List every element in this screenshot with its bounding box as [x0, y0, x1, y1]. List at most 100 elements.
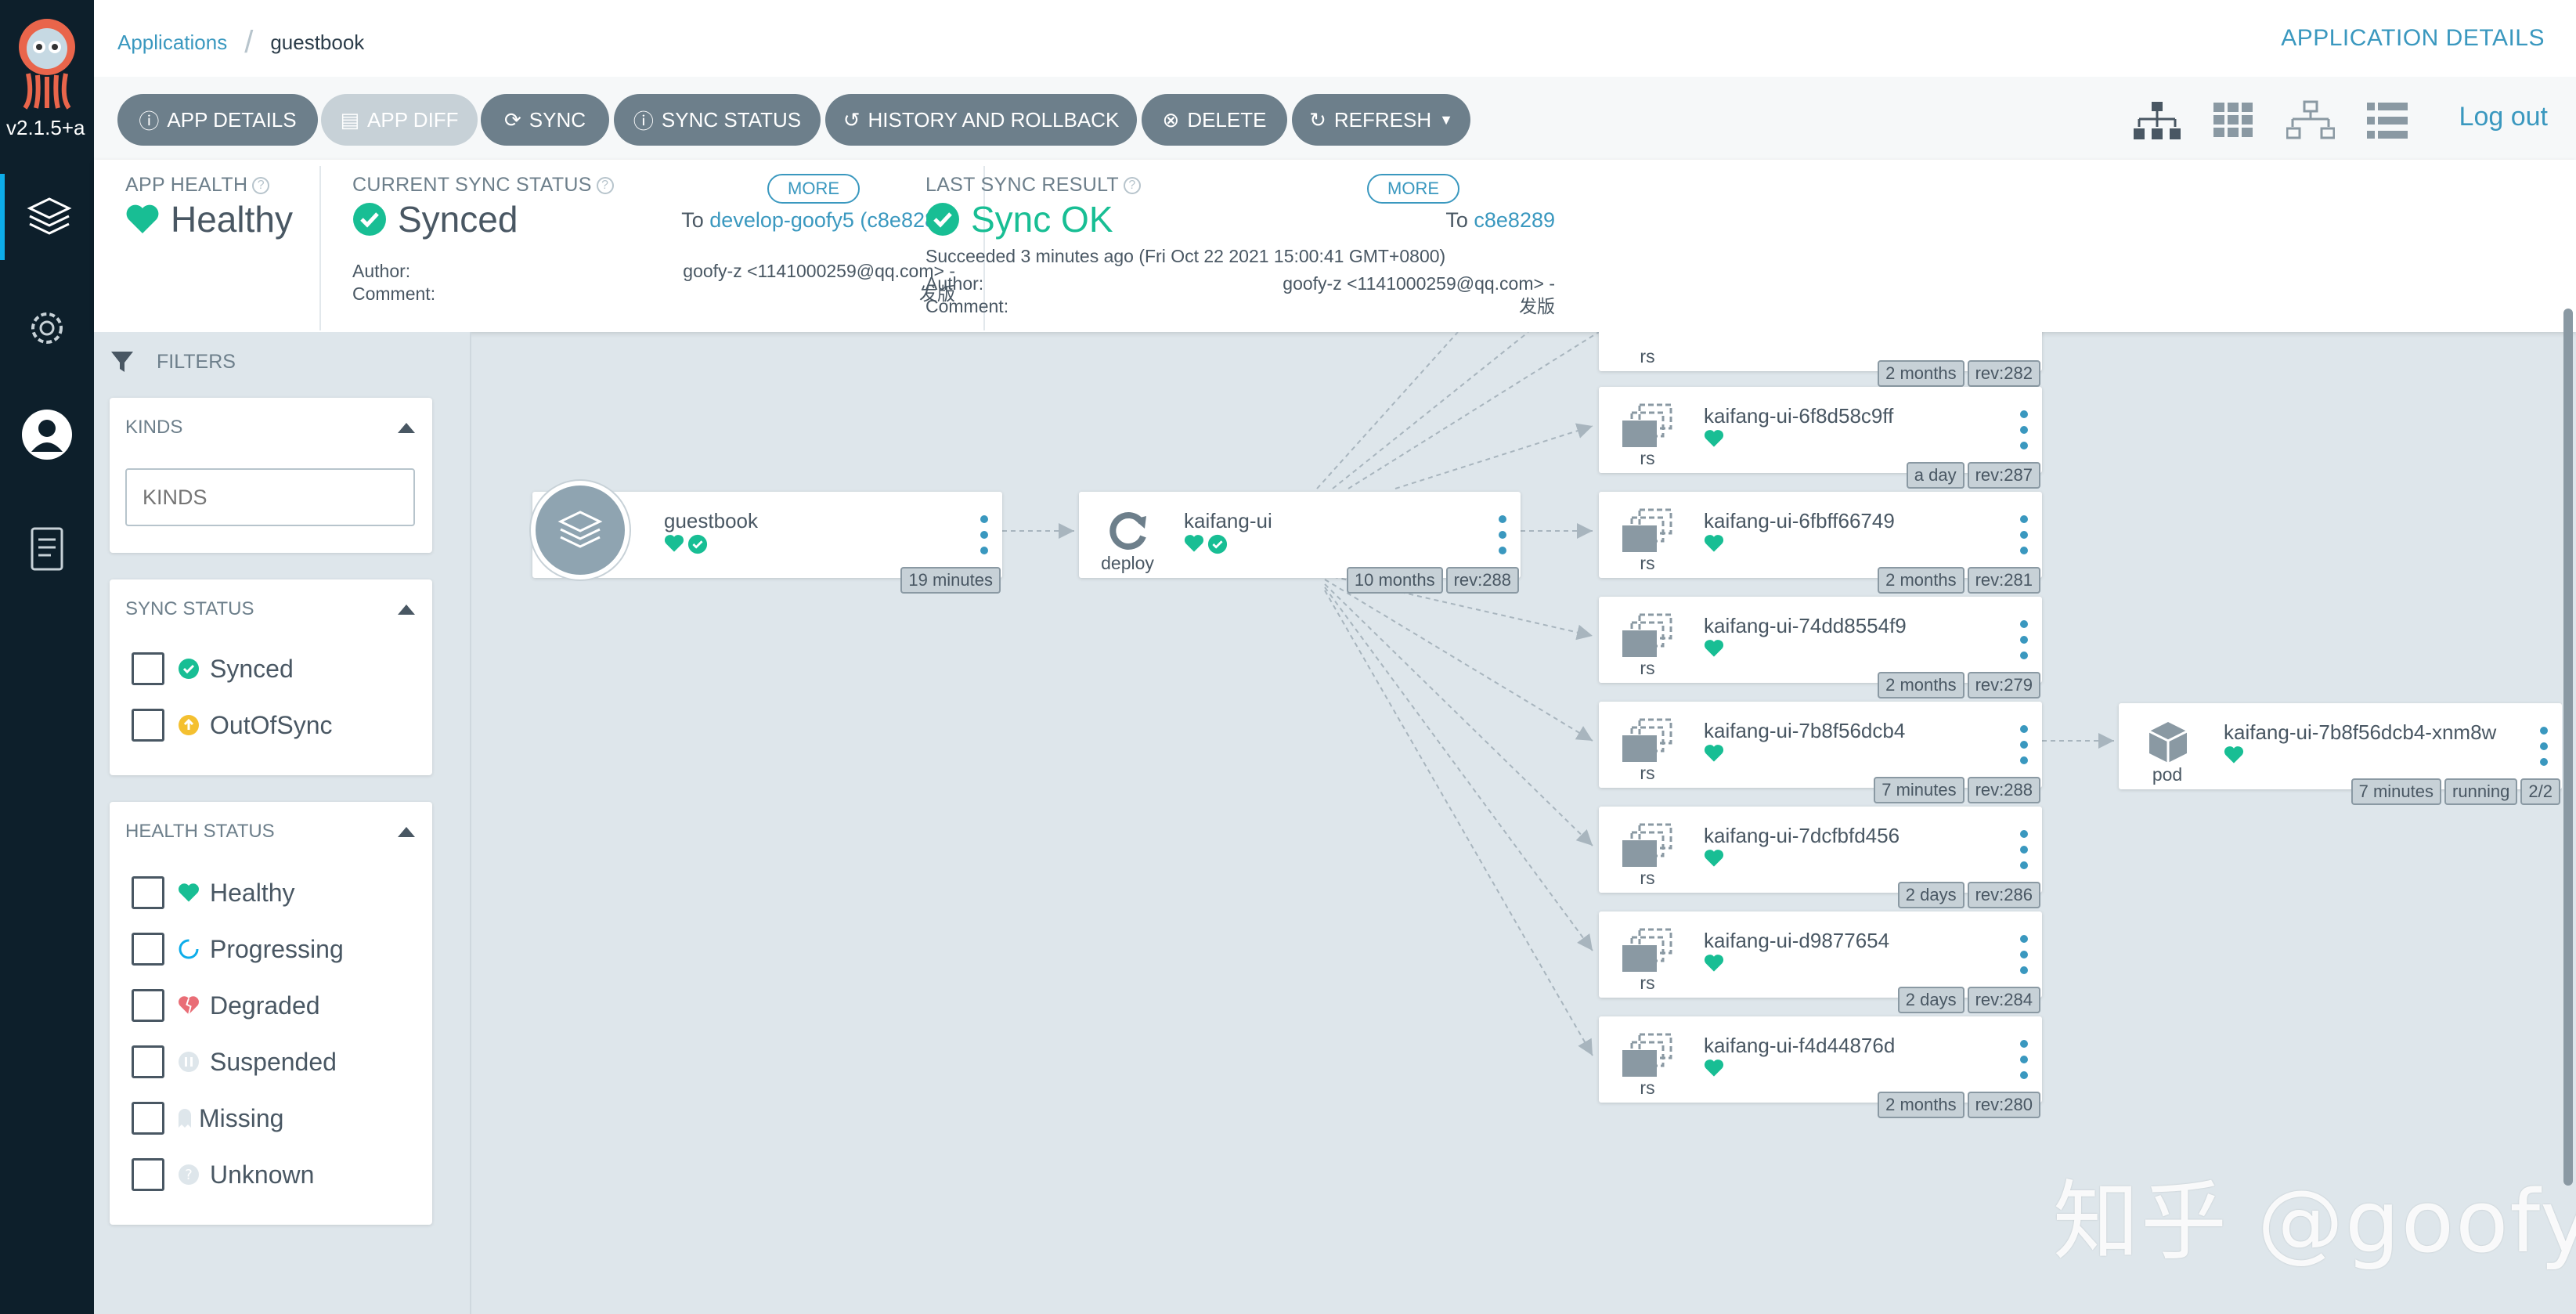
logout-link[interactable]: Log out	[2459, 102, 2548, 132]
node-menu-button[interactable]	[2020, 515, 2028, 554]
node-menu-button[interactable]	[2020, 620, 2028, 659]
kinds-input[interactable]	[125, 468, 415, 526]
filter-synced[interactable]: Synced	[132, 652, 294, 686]
filter-progressing[interactable]: Progressing	[132, 932, 344, 966]
graph-scrollbar[interactable]	[2563, 309, 2573, 1186]
nav-applications[interactable]	[0, 174, 94, 260]
replicaset-node[interactable]: rs kaifang-ui-6fbff66749 2 months rev:281	[1599, 492, 2042, 594]
app-details-button[interactable]: ⓘ APP DETAILS	[117, 94, 318, 146]
application-node[interactable]: guestbook 19 minutes	[531, 481, 1002, 594]
last-sync-meta-keys: Author: Comment:	[925, 273, 1009, 316]
checkbox[interactable]	[132, 989, 164, 1022]
tree-view-button[interactable]	[2133, 100, 2181, 141]
list-view-button[interactable]	[2363, 100, 2412, 141]
nav-docs[interactable]	[0, 506, 94, 592]
last-sync-revision-link[interactable]: c8e8289	[1474, 208, 1555, 232]
help-icon[interactable]: ?	[252, 177, 270, 195]
collapse-icon[interactable]	[398, 827, 415, 837]
filter-unknown[interactable]: ? Unknown	[132, 1157, 314, 1192]
node-status-icons	[1704, 429, 1724, 452]
node-tags: 10 months rev:288	[1346, 567, 1519, 594]
sync-status-heading: SYNC STATUS	[125, 598, 254, 619]
node-menu-button[interactable]	[2020, 935, 2028, 974]
filter-missing[interactable]: Missing	[132, 1101, 283, 1135]
filter-healthy[interactable]: Healthy	[132, 875, 295, 910]
question-circle-icon: ?	[177, 1163, 200, 1186]
node-status-icons	[1184, 534, 1228, 554]
checkbox[interactable]	[132, 876, 164, 909]
app-health-section: APP HEALTH? Healthy	[125, 174, 293, 240]
checkbox[interactable]	[132, 1158, 164, 1191]
node-tags: 7 minutes running 2/2	[2351, 778, 2560, 805]
sync-status-button[interactable]: ⓘ SYNC STATUS	[614, 94, 821, 146]
check-circle-icon	[177, 657, 200, 680]
revision-tag: rev:288	[1967, 777, 2040, 803]
node-status-icons	[664, 534, 708, 554]
node-menu-button[interactable]	[2020, 725, 2028, 764]
sync-button[interactable]: ⟳ SYNC	[481, 94, 609, 146]
app-diff-button[interactable]: ▤ APP DIFF	[321, 94, 478, 146]
checkbox[interactable]	[132, 709, 164, 742]
history-rollback-button[interactable]: ↺ HISTORY AND ROLLBACK	[825, 94, 1137, 146]
node-menu-button[interactable]	[980, 515, 988, 554]
collapse-icon[interactable]	[398, 605, 415, 615]
filter-label: Missing	[199, 1103, 284, 1132]
pods-view-button[interactable]	[2210, 100, 2258, 141]
network-view-button[interactable]	[2286, 100, 2335, 141]
node-menu-button[interactable]	[2020, 830, 2028, 869]
argo-logo[interactable]	[11, 16, 83, 110]
checkbox[interactable]	[132, 1102, 164, 1135]
nav-user-info[interactable]	[0, 392, 94, 478]
replicaset-node[interactable]: rs kaifang-ui-74dd8554f9 2 months rev:279	[1599, 597, 2042, 699]
node-menu-button[interactable]	[1499, 515, 1506, 554]
resource-node-rs-partial[interactable]: rs 2 months rev:282	[1599, 332, 2042, 387]
application-icon	[531, 481, 630, 579]
filter-label: Degraded	[210, 991, 320, 1020]
refresh-button[interactable]: ↻ REFRESH ▼	[1292, 94, 1470, 146]
heart-icon	[1704, 744, 1724, 767]
checkbox[interactable]	[132, 652, 164, 685]
last-sync-more-button[interactable]: MORE	[1367, 174, 1459, 204]
delete-label: DELETE	[1187, 107, 1267, 132]
replicaset-node[interactable]: rs kaifang-ui-7b8f56dcb4 7 minutes rev:288	[1599, 702, 2042, 803]
filter-suspended[interactable]: Suspended	[132, 1045, 337, 1079]
deployment-node[interactable]: deploy kaifang-ui 10 months rev:288	[1079, 492, 1521, 594]
current-sync-meta-values: goofy-z <1141000259@qq.com> - 发版	[683, 261, 955, 304]
sync-revision-link[interactable]: develop-goofy5 (c8e8289)	[709, 208, 955, 232]
node-menu-button[interactable]	[2020, 1040, 2028, 1079]
replicaset-node[interactable]: rs kaifang-ui-6f8d58c9ff a day rev:287	[1599, 387, 2042, 489]
nav-settings[interactable]	[0, 285, 94, 371]
ghost-icon	[177, 1106, 193, 1130]
revision-tag: rev:287	[1967, 462, 2040, 489]
age-tag: 2 months	[1878, 1092, 1964, 1118]
checkbox[interactable]	[132, 933, 164, 966]
replicaset-node[interactable]: rs kaifang-ui-d9877654 2 days rev:284	[1599, 911, 2042, 1013]
replicaset-icon	[1615, 922, 1682, 979]
user-icon	[22, 410, 72, 460]
filter-degraded[interactable]: Degraded	[132, 988, 320, 1023]
checkbox[interactable]	[132, 1045, 164, 1078]
heart-icon	[1704, 534, 1724, 557]
breadcrumb-applications[interactable]: Applications	[117, 31, 227, 55]
filter-outofsync[interactable]: OutOfSync	[132, 708, 333, 742]
replicaset-node[interactable]: rs kaifang-ui-7dcfbfd456 2 days rev:286	[1599, 807, 2042, 908]
collapse-icon[interactable]	[398, 423, 415, 433]
node-menu-button[interactable]	[2020, 410, 2028, 449]
replicaset-node[interactable]: rs kaifang-ui-f4d44876d 2 months rev:280	[1599, 1016, 2042, 1118]
help-icon[interactable]: ?	[1124, 177, 1141, 195]
node-name: kaifang-ui-6fbff66749	[1704, 509, 1895, 532]
delete-button[interactable]: ⊗ DELETE	[1142, 94, 1287, 146]
pod-node[interactable]: pod kaifang-ui-7b8f56dcb4-xnm8w 7 minute…	[2119, 703, 2562, 805]
heart-icon	[1704, 1059, 1724, 1081]
current-sync-more-button[interactable]: MORE	[767, 174, 860, 204]
node-tags: 7 minutes rev:288	[1874, 777, 2040, 803]
filter-label: Unknown	[210, 1160, 315, 1189]
node-menu-button[interactable]	[2540, 727, 2548, 766]
health-status-heading: HEALTH STATUS	[125, 821, 275, 842]
svg-text:?: ?	[185, 1167, 193, 1183]
node-kind: rs	[1640, 346, 1655, 366]
help-icon[interactable]: ?	[596, 177, 614, 195]
node-tags: 2 months rev:280	[1878, 1092, 2040, 1118]
current-sync-meta-keys: Author: Comment:	[352, 261, 436, 304]
age-tag: 2 months	[1878, 672, 1964, 699]
